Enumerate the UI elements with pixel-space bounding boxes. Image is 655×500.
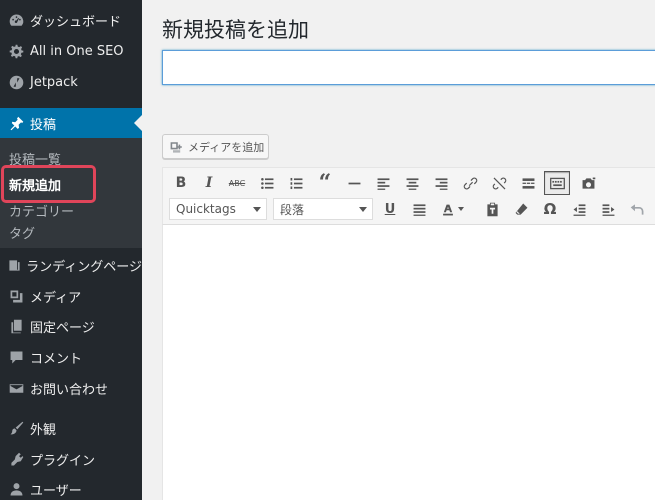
add-media-label: メディアを追加 — [188, 140, 265, 154]
menu-label: All in One SEO — [30, 43, 124, 59]
paragraph-select-value: 段落 — [280, 202, 305, 217]
menu-item-plugins[interactable]: プラグイン — [0, 444, 142, 474]
camera-icon[interactable] — [575, 171, 601, 195]
paragraph-select[interactable]: 段落 — [273, 198, 373, 220]
blockquote-icon[interactable]: “ — [312, 170, 338, 196]
menu-item-pages[interactable]: 固定ページ — [0, 311, 142, 341]
clear-formatting-icon[interactable] — [508, 197, 534, 221]
menu-label: ダッシュボード — [30, 14, 122, 30]
bold-icon[interactable]: B — [168, 171, 194, 195]
menu-item-all-in-one-seo[interactable]: All in One SEO — [0, 36, 142, 66]
pin-icon — [0, 108, 30, 138]
menu-label: 外観 — [30, 422, 57, 438]
menu-label: プラグイン — [30, 453, 96, 469]
outdent-icon[interactable] — [566, 197, 592, 221]
add-media-icon — [170, 141, 182, 153]
add-media-button[interactable]: メディアを追加 — [162, 134, 269, 159]
paste-text-icon[interactable] — [479, 197, 505, 221]
menu-item-posts[interactable]: 投稿 — [0, 108, 142, 138]
text-color-icon[interactable] — [435, 197, 469, 221]
post-title-input[interactable] — [162, 50, 655, 85]
comment-icon — [0, 342, 30, 372]
landing-page-icon — [0, 250, 26, 280]
link-icon[interactable] — [457, 171, 483, 195]
jetpack-icon — [0, 67, 30, 97]
align-center-icon[interactable] — [399, 171, 425, 195]
toolbar-toggle-icon[interactable] — [544, 171, 570, 195]
menu-label: お問い合わせ — [30, 382, 109, 398]
numbered-list-icon[interactable] — [283, 171, 309, 195]
menu-label: 投稿 — [30, 117, 57, 133]
read-more-icon[interactable] — [515, 171, 541, 195]
user-icon — [0, 474, 30, 500]
special-character-icon[interactable]: Ω — [537, 197, 563, 221]
editor-content-area[interactable] — [162, 224, 655, 500]
brush-icon — [0, 413, 30, 443]
menu-item-appearance[interactable]: 外観 — [0, 413, 142, 443]
menu-label: メディア — [30, 290, 82, 306]
editor-toolbar: B I ABC “ Quicktags 段落 U Ω — [162, 167, 655, 225]
menu-item-contact[interactable]: お問い合わせ — [0, 373, 142, 403]
menu-item-dashboard[interactable]: ダッシュボード — [0, 5, 142, 35]
align-left-icon[interactable] — [370, 171, 396, 195]
menu-item-media[interactable]: メディア — [0, 281, 142, 311]
menu-label: ユーザー — [30, 483, 82, 499]
strikethrough-icon[interactable]: ABC — [224, 171, 250, 195]
menu-item-users[interactable]: ユーザー — [0, 474, 142, 500]
italic-icon[interactable]: I — [196, 171, 222, 195]
page-title: 新規投稿を追加 — [162, 18, 309, 42]
menu-label: 固定ページ — [30, 320, 95, 336]
page-icon — [0, 311, 30, 341]
menu-item-jetpack[interactable]: Jetpack — [0, 67, 142, 97]
menu-item-landing-pages[interactable]: ランディングページ — [0, 250, 142, 280]
submenu-item-tags[interactable]: タグ — [9, 223, 35, 242]
horizontal-line-icon[interactable] — [341, 171, 367, 195]
highlight-annotation — [1, 165, 96, 203]
admin-sidebar: ダッシュボード All in One SEO Jetpack 投稿 投稿一覧 新… — [0, 0, 142, 500]
align-right-icon[interactable] — [428, 171, 454, 195]
format-select-value: Quicktags — [176, 202, 236, 216]
menu-label: Jetpack — [30, 74, 78, 90]
chevron-down-icon — [253, 207, 261, 212]
format-select[interactable]: Quicktags — [169, 198, 267, 220]
plugin-icon — [0, 444, 30, 474]
justify-icon[interactable] — [406, 197, 432, 221]
menu-label: コメント — [30, 351, 83, 367]
menu-label: ランディングページ — [26, 259, 142, 275]
chevron-down-icon — [359, 207, 367, 212]
media-icon — [0, 281, 30, 311]
bullet-list-icon[interactable] — [254, 171, 280, 195]
unlink-icon[interactable] — [486, 171, 512, 195]
indent-icon[interactable] — [595, 197, 621, 221]
submenu-item-categories[interactable]: カテゴリー — [9, 201, 74, 220]
underline-icon[interactable]: U — [377, 197, 403, 221]
dashboard-icon — [0, 5, 30, 35]
undo-icon[interactable] — [624, 197, 650, 221]
gear-icon — [0, 36, 30, 66]
menu-item-comments[interactable]: コメント — [0, 342, 142, 372]
mail-icon — [0, 373, 30, 403]
